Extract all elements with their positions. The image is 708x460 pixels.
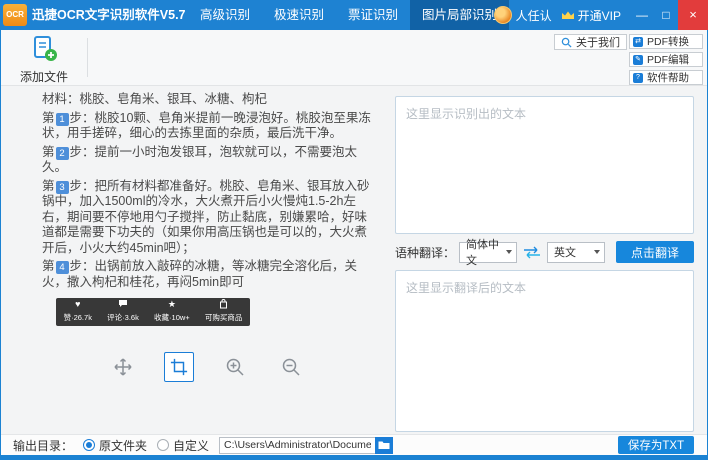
stats-overlay: ♥ 赞·26.7k 评论·3.6k ★ 收藏·10w+ 可购买商品 <box>56 298 250 326</box>
step-text: 步：出锅前放入敲碎的冰糖，等冰糖完全溶化后，关火，撒入枸杞和桂花，再闷5min即… <box>42 259 357 289</box>
about-us-button[interactable]: 关于我们 <box>554 34 627 50</box>
preview-intro-line: 材料：桃胶、皂角米、银耳、冰糖、枸杞 <box>42 92 372 108</box>
image-preview: 材料：桃胶、皂角米、银耳、冰糖、枸杞 第1步：桃胶10颗、皂角米提前一晚浸泡好。… <box>42 92 372 326</box>
step-text: 步：提前一小时泡发银耳，泡软就可以，不需要泡太久。 <box>42 145 357 175</box>
window-title: 迅捷OCR文字识别软件V5.7 <box>32 0 186 30</box>
browse-folder-button[interactable] <box>375 437 393 454</box>
save-as-txt-button[interactable]: 保存为TXT <box>618 436 694 454</box>
add-file-button[interactable]: 添加文件 <box>13 35 75 85</box>
like-count: 赞·26.7k <box>64 310 92 326</box>
translate-controls: 语种翻译： 简体中文 英文 点击翻译 <box>395 240 694 264</box>
preview-step-4: 第4步：出锅前放入敲碎的冰糖，等冰糖完全溶化后，关火，撒入枸杞和桂花，再闷5mi… <box>42 259 372 290</box>
about-us-label: 关于我们 <box>576 34 620 50</box>
step-badge: 1 <box>56 113 69 126</box>
shop-label: 可购买商品 <box>205 310 243 326</box>
title-bar: OCR 迅捷OCR文字识别软件V5.7 高级识别 极速识别 票证识别 图片局部识… <box>0 0 708 30</box>
tab-ticket-ocr[interactable]: 票证识别 <box>336 0 410 30</box>
step-text: 步：桃胶10颗、皂角米提前一晚浸泡好。桃胶泡至果冻状，用手搓碎，细心的去拣里面的… <box>42 111 371 141</box>
swap-languages-icon[interactable] <box>522 246 542 259</box>
software-help-button[interactable]: ? 软件帮助 <box>629 70 703 85</box>
ocr-result-textarea[interactable] <box>395 96 694 234</box>
step-badge: 2 <box>56 147 69 160</box>
zoom-in-icon <box>225 357 245 377</box>
window-bottom-edge <box>0 455 708 460</box>
radio-selected-icon <box>83 439 95 451</box>
output-dir-label: 输出目录： <box>13 437 73 454</box>
step-text: 第 <box>42 259 55 273</box>
radio-unselected-icon <box>157 439 169 451</box>
translation-textarea[interactable] <box>395 270 694 432</box>
software-help-label: 软件帮助 <box>647 70 689 85</box>
target-language-select[interactable]: 英文 <box>547 242 605 263</box>
zoom-in-button[interactable] <box>220 352 250 382</box>
target-language-value: 英文 <box>554 244 576 260</box>
translate-button[interactable]: 点击翻译 <box>616 241 694 263</box>
crop-icon <box>170 358 188 376</box>
main-menu: 高级识别 极速识别 票证识别 图片局部识别 <box>188 0 509 30</box>
comment-stat: 评论·3.6k <box>107 299 139 326</box>
pdf-convert-label: PDF转换 <box>647 34 689 49</box>
search-icon <box>561 37 572 48</box>
user-avatar-icon[interactable] <box>494 6 512 24</box>
step-text: 第 <box>42 145 55 159</box>
app-window: OCR 迅捷OCR文字识别软件V5.7 高级识别 极速识别 票证识别 图片局部识… <box>0 0 708 460</box>
output-path-input[interactable] <box>219 437 375 454</box>
app-logo-icon: OCR <box>3 4 27 26</box>
zoom-out-button[interactable] <box>276 352 306 382</box>
tab-advanced-ocr[interactable]: 高级识别 <box>188 0 262 30</box>
favorite-count: 收藏·10w+ <box>154 310 190 326</box>
chevron-down-icon <box>594 250 600 254</box>
toolbar: 添加文件 关于我们 ⇄ PDF转换 ✎ PDF编辑 ? 软件帮助 <box>1 30 707 86</box>
like-stat: ♥ 赞·26.7k <box>64 299 92 326</box>
open-vip-button[interactable]: 开通VIP <box>578 7 621 24</box>
pdf-edit-icon: ✎ <box>633 55 643 65</box>
output-bar: 输出目录： 原文件夹 自定义 保存为TXT <box>1 434 707 455</box>
pdf-edit-button[interactable]: ✎ PDF编辑 <box>629 52 703 67</box>
move-tool-button[interactable] <box>108 352 138 382</box>
radio-original-label: 原文件夹 <box>99 437 147 454</box>
shop-stat: 可购买商品 <box>205 299 243 326</box>
source-language-select[interactable]: 简体中文 <box>459 242 517 263</box>
preview-step-2: 第2步：提前一小时泡发银耳，泡软就可以，不需要泡太久。 <box>42 145 372 176</box>
translate-label: 语种翻译： <box>395 244 455 261</box>
pdf-convert-icon: ⇄ <box>633 37 643 47</box>
vip-crown-icon <box>561 10 575 21</box>
maximize-button[interactable]: □ <box>654 0 678 30</box>
crop-tool-button[interactable] <box>164 352 194 382</box>
shopping-bag-icon <box>219 299 228 309</box>
step-text: 步：把所有材料都准备好。桃胶、皂角米、银耳放入砂锅中，加入1500ml的冷水，大… <box>42 179 370 255</box>
toolbar-divider <box>87 38 88 77</box>
step-badge: 4 <box>56 261 69 274</box>
heart-icon: ♥ <box>75 299 80 309</box>
radio-custom-label: 自定义 <box>173 437 209 454</box>
preview-step-3: 第3步：把所有材料都准备好。桃胶、皂角米、银耳放入砂锅中，加入1500ml的冷水… <box>42 179 372 257</box>
radio-custom-folder[interactable]: 自定义 <box>157 437 209 454</box>
minimize-button[interactable]: — <box>630 0 654 30</box>
user-label[interactable]: 人任认 <box>516 7 552 24</box>
pdf-edit-label: PDF编辑 <box>647 52 689 67</box>
comment-count: 评论·3.6k <box>107 310 139 326</box>
step-text: 第 <box>42 179 55 193</box>
source-language-value: 简体中文 <box>466 236 506 268</box>
preview-step-1: 第1步：桃胶10颗、皂角米提前一晚浸泡好。桃胶泡至果冻状，用手搓碎，细心的去拣里… <box>42 111 372 142</box>
titlebar-right: 人任认 开通VIP — □ × <box>494 0 708 30</box>
help-icon: ? <box>633 73 643 83</box>
preview-toolbar <box>42 352 372 382</box>
move-icon <box>113 357 133 377</box>
close-button[interactable]: × <box>678 0 708 30</box>
add-file-label: 添加文件 <box>13 68 75 85</box>
zoom-out-icon <box>281 357 301 377</box>
star-icon: ★ <box>168 299 176 309</box>
output-path-field <box>219 437 393 454</box>
pdf-convert-button[interactable]: ⇄ PDF转换 <box>629 34 703 49</box>
step-badge: 3 <box>56 181 69 194</box>
comment-icon <box>118 299 128 309</box>
favorite-stat: ★ 收藏·10w+ <box>154 299 190 326</box>
chevron-down-icon <box>506 250 512 254</box>
radio-original-folder[interactable]: 原文件夹 <box>83 437 147 454</box>
add-file-icon <box>31 35 58 62</box>
folder-icon <box>378 440 390 450</box>
step-text: 第 <box>42 111 55 125</box>
tab-fast-ocr[interactable]: 极速识别 <box>262 0 336 30</box>
